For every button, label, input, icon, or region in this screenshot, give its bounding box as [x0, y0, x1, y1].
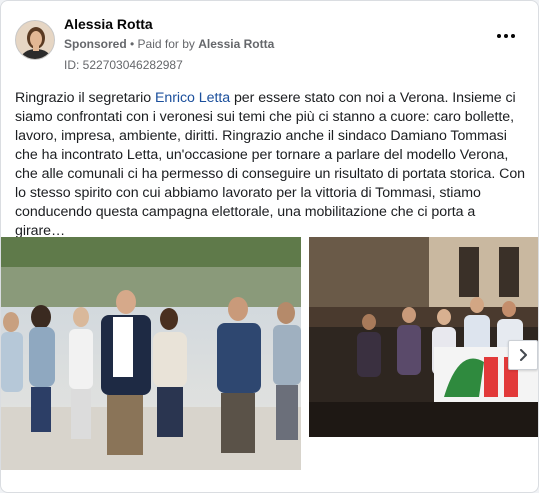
sponsored-label: Sponsored	[64, 37, 127, 51]
photo-carousel	[1, 237, 538, 473]
mention-link[interactable]: Enrico Letta	[155, 90, 230, 106]
post-header: Alessia Rotta Sponsored • Paid for by Al…	[15, 15, 524, 75]
paid-for-prefix: Paid for by	[137, 37, 199, 51]
text-after-link: per essere stato con noi a Verona. Insie…	[15, 90, 526, 239]
carousel-photo[interactable]	[1, 237, 301, 470]
ad-card: Alessia Rotta Sponsored • Paid for by Al…	[0, 0, 539, 493]
carousel-next-button[interactable]	[508, 340, 538, 370]
post-meta: Alessia Rotta Sponsored • Paid for by Al…	[64, 15, 274, 74]
sponsored-line: Sponsored • Paid for by Alessia Rotta	[64, 35, 274, 53]
more-horizontal-icon	[497, 34, 501, 38]
ad-id: ID: 522703046282987	[64, 58, 183, 72]
chevron-right-icon	[520, 349, 527, 361]
more-dot	[511, 34, 515, 38]
separator: •	[126, 37, 138, 51]
paid-for-name: Alessia Rotta	[198, 37, 275, 51]
text-before-link: Ringrazio il segretario	[15, 90, 155, 106]
more-options-button[interactable]	[494, 29, 518, 43]
author-name[interactable]: Alessia Rotta	[64, 15, 274, 33]
carousel-photo-second[interactable]	[309, 237, 538, 437]
post-text: Ringrazio il segretario Enrico Letta per…	[15, 89, 527, 241]
avatar[interactable]	[15, 20, 55, 60]
more-dot	[504, 34, 508, 38]
